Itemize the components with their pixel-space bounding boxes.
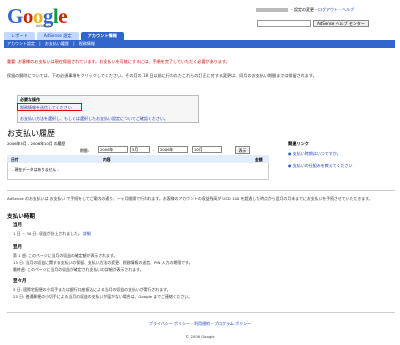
- help-link[interactable]: - ヘルプ: [339, 7, 354, 12]
- subnav-payment-history[interactable]: お支払い履歴: [45, 41, 69, 46]
- month1-title: 当月: [13, 223, 22, 228]
- range-dash: -: [153, 147, 155, 152]
- logout-link[interactable]: ログアウト: [318, 7, 338, 12]
- from-year-select[interactable]: 2006年: [98, 146, 128, 153]
- from-month-select[interactable]: 5月: [130, 146, 150, 153]
- payment-note: AdSense のお支払いは お支払い で手続をしてご案内の通り、一ヶ月間隔で行…: [7, 196, 373, 201]
- divider: [7, 190, 395, 191]
- adsense-logo-sub: AdSense: [36, 24, 50, 28]
- hold-info: 保留の解除については、下の必須事項をクリックしてください。その月の 18 日以前…: [7, 73, 317, 78]
- related-item: ● 支払いの仕組みを教えてください: [288, 163, 352, 169]
- tab-adsense-settings[interactable]: AdSense 設定: [36, 32, 79, 40]
- col-date: 日付: [11, 156, 19, 162]
- related-item: ● 支払い時期はいつですか。: [288, 151, 341, 157]
- subnav-tax-info[interactable]: 税務情報: [79, 41, 95, 46]
- month2-line1: 第 1 週: このページに当月の収益の確定額が表示されます。: [13, 253, 118, 258]
- submit-tax-info-link[interactable]: 税務情報を送信してください: [20, 105, 72, 111]
- choose-payment-method-link[interactable]: お支払い方法を選択し、もしくは選択したお支払い設定についてご確認ください。: [20, 116, 168, 122]
- related-links-title: 関連リンク: [288, 141, 309, 146]
- subnav-account-settings[interactable]: アカウント設定: [7, 41, 35, 46]
- show-history-button[interactable]: 表示: [235, 146, 250, 154]
- settings-link[interactable]: - 設定の変更 -: [291, 7, 316, 12]
- hold-warning: 重要: お客様のお支払いは現在保留されています。お支払いを可能にするには、手順を…: [7, 59, 230, 64]
- tab-reports[interactable]: レポート: [4, 32, 35, 40]
- no-data-text: - 現在データはありません -: [12, 167, 59, 172]
- subnav: アカウント設定 | お支払い履歴 | 税務情報: [7, 41, 98, 47]
- history-range: 2006年5月 - 2006年10月 の履歴: [7, 141, 66, 146]
- col-amount: 金額: [255, 156, 263, 162]
- bullet-icon: ●: [288, 151, 292, 156]
- to-year-select[interactable]: 2006年: [158, 146, 188, 153]
- month1-line1: 1 日 ~ 30 日: 収益が計上されました。 詳細: [13, 231, 91, 236]
- history-table-header: 日付 内容 金額: [7, 155, 269, 163]
- payment-timing-title: 支払い時期: [7, 214, 35, 220]
- adsense-help-center-button[interactable]: AdSense ヘルプ センター: [313, 20, 369, 27]
- month2-title: 翌月: [13, 245, 22, 250]
- divider: [7, 312, 395, 313]
- history-empty-row: - 現在データはありません -: [7, 163, 269, 180]
- subnav-sep: |: [39, 41, 41, 46]
- month3-line2: 25 日: 普通郵便の小切手による当月の収益の支払いが届かない場合は、Googl…: [13, 294, 193, 299]
- when-paid-link[interactable]: 支払い時期はいつですか。: [293, 151, 341, 156]
- main-tabs: レポート AdSense 設定 アカウント情報: [4, 32, 126, 40]
- details-link[interactable]: 詳細: [83, 231, 91, 236]
- col-detail: 内容: [103, 156, 111, 162]
- month3-title: 翌々月: [13, 279, 27, 284]
- copyright: © 2006 Google: [185, 334, 215, 339]
- top-links: - 設定の変更 - ログアウト - ヘルプ: [256, 7, 354, 13]
- footer-links[interactable]: プライバシー ポリシー - 利用規約 - プログラム ポリシー: [0, 321, 400, 327]
- to-month-select[interactable]: 10月: [192, 146, 222, 153]
- tab-account-info[interactable]: アカウント情報: [80, 32, 124, 40]
- bullet-icon: ●: [288, 163, 292, 168]
- month3-line1: 5 日: 国際宅配便の小切手または銀行口座振込による当月の収益の支払いが実行され…: [13, 287, 171, 292]
- period-label: 期間:: [80, 148, 89, 153]
- payment-history-title: お支払い履歴: [7, 129, 55, 138]
- month2-line2: 15 日: 当月の収益に関する支払いの保留、支払い方法の変更、税務情報の送信、P…: [13, 260, 193, 265]
- month2-line3: 最終週: このページに当月の収益が確定され支払いの詳細が表示されます。: [13, 267, 144, 272]
- how-payments-work-link[interactable]: 支払いの仕組みを教えてください: [293, 163, 353, 168]
- subnav-sep: |: [73, 41, 75, 46]
- redacted-email: [256, 8, 288, 12]
- search-input[interactable]: [257, 20, 311, 27]
